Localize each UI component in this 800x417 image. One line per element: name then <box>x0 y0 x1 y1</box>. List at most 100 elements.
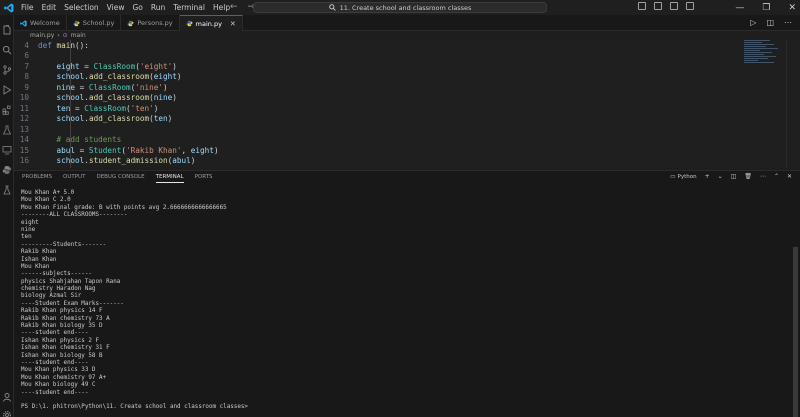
tab-label: Persons.py <box>137 19 173 27</box>
terminal-line: ------subjects------ <box>21 271 92 278</box>
run-python-file-icon[interactable]: ▷ <box>750 18 756 27</box>
terminal-line: ----student end---- <box>21 330 89 337</box>
breadcrumb-symbol[interactable]: main <box>71 32 86 39</box>
menu-file[interactable]: File <box>17 3 38 12</box>
add-terminal-icon[interactable]: + <box>705 173 710 180</box>
terminal-line: eight <box>21 219 39 226</box>
manage-gear-icon[interactable] <box>2 405 12 417</box>
editor-tab-bar: Welcome School.py Persons.py main.py ✕ ▷… <box>14 15 800 31</box>
more-actions-icon[interactable]: ⋯ <box>784 18 792 27</box>
command-center[interactable]: 11. Create school and classroom classes <box>253 2 547 13</box>
tab-terminal[interactable]: TERMINAL <box>155 174 184 183</box>
code-line: 9 nine = ClassRoom('nine') <box>24 82 168 92</box>
code-line: 8 school.add_classroom(eight) <box>24 72 182 82</box>
vscode-logo-icon <box>4 3 14 12</box>
python-icon[interactable] <box>2 160 12 174</box>
breadcrumb-file[interactable]: main.py <box>30 32 54 39</box>
terminal-line: Ishan Khan physics 2 F <box>21 337 100 344</box>
tab-output[interactable]: OUTPUT <box>63 174 85 183</box>
close-icon[interactable]: ✕ <box>788 3 796 13</box>
tab-school-py[interactable]: School.py <box>67 15 122 31</box>
vscode-logo-icon <box>20 19 27 27</box>
code-line: 14 # add students <box>19 135 122 145</box>
back-arrow-icon[interactable]: ← <box>230 2 238 12</box>
tab-problems[interactable]: PROBLEMS <box>22 174 52 183</box>
minimize-icon[interactable]: — <box>735 3 744 13</box>
terminal-line: Rakib Khan chemistry 73 A <box>21 315 110 322</box>
menu-edit[interactable]: Edit <box>38 3 61 12</box>
run-debug-icon[interactable] <box>2 80 12 95</box>
remote-explorer-icon[interactable] <box>2 140 12 155</box>
trash-icon[interactable]: 🗑 <box>744 173 752 180</box>
tab-ports[interactable]: PORTS <box>195 174 213 183</box>
terminal-prompt: PS D:\1. phitron\Python\11. Create schoo… <box>21 404 248 411</box>
restore-icon[interactable]: ❐ <box>762 3 770 13</box>
toggle-secondary-sidebar-icon[interactable] <box>670 2 678 10</box>
menu-selection[interactable]: Selection <box>60 3 103 12</box>
terminal-line: ---------Students------- <box>21 241 107 248</box>
split-editor-icon[interactable]: ◫ <box>766 18 774 27</box>
terminal-line: Mou Khan A+ 5.0 <box>21 190 75 196</box>
close-icon[interactable]: ✕ <box>230 20 236 28</box>
terminal-line: ten <box>21 234 32 241</box>
account-icon[interactable] <box>2 387 12 402</box>
source-control-icon[interactable] <box>2 60 12 75</box>
terminal-output[interactable]: Mou Khan A+ 5.0 Mou Khan C 2.0 Mou Khan … <box>21 190 791 416</box>
close-icon[interactable]: ✕ <box>787 173 792 180</box>
code-line: 6 <box>24 51 29 61</box>
python-file-icon <box>73 20 80 26</box>
flask-icon[interactable] <box>2 180 12 195</box>
testing-icon[interactable] <box>2 120 12 135</box>
activity-bar <box>0 15 14 417</box>
more-actions-icon[interactable]: ⋯ <box>760 173 766 180</box>
menu-run[interactable]: Run <box>147 3 169 12</box>
layout-controls <box>638 2 694 10</box>
terminal-line: Mou Khan C 2.0 <box>21 197 71 204</box>
customize-layout-icon[interactable] <box>686 2 694 10</box>
terminal-selector[interactable]: ▭ Python <box>670 174 696 180</box>
code-editor[interactable]: 4 def main(): 6 7 eight = ClassRoom('eig… <box>14 40 800 168</box>
panel-actions: ▭ Python + ⌄ ◫ 🗑 ⋯ ⌃ ✕ <box>670 173 792 180</box>
tab-label: Welcome <box>30 19 60 27</box>
terminal-line: physics Shahjahan Tapon Rana <box>21 278 121 285</box>
minimap[interactable] <box>744 40 786 80</box>
terminal-line: Ishan Khan biology 58 B <box>21 352 103 359</box>
explorer-icon[interactable] <box>2 20 12 35</box>
title-bar: File Edit Selection View Go Run Terminal… <box>0 0 800 15</box>
terminal-line: ----student end---- <box>21 389 89 396</box>
split-terminal-icon[interactable]: ◫ <box>731 173 737 180</box>
menu-go[interactable]: Go <box>128 3 146 12</box>
terminal-line: Rakib Khan physics 14 F <box>21 308 103 315</box>
terminal-line: Mou Khan physics 33 D <box>21 367 96 374</box>
code-line: 12 school.add_classroom(ten) <box>19 114 173 124</box>
code-line: 7 eight = ClassRoom('eight') <box>24 61 177 71</box>
terminal-line: Mou Khan chemistry 97 A+ <box>21 374 107 381</box>
chevron-down-icon[interactable]: ⌄ <box>718 173 723 180</box>
editor-scrollbar[interactable] <box>786 40 800 168</box>
tab-label: School.py <box>82 19 115 27</box>
tab-debug-console[interactable]: DEBUG CONSOLE <box>96 174 144 183</box>
window-controls: — ❐ ✕ <box>735 0 796 15</box>
terminal-line: Rakib Khan biology 35 D <box>21 323 103 330</box>
extensions-icon[interactable] <box>2 100 12 115</box>
menu-view[interactable]: View <box>103 3 129 12</box>
tab-welcome[interactable]: Welcome <box>14 15 67 31</box>
terminal-scrollbar[interactable] <box>793 247 798 417</box>
terminal-line: --------ALL CLASSROOMS-------- <box>21 212 128 219</box>
terminal-line: ----student end---- <box>21 359 89 366</box>
terminal-line: Rakib Khan <box>21 249 57 256</box>
python-file-icon <box>127 20 134 26</box>
terminal-line: ----Student Exam Marks------- <box>21 300 124 307</box>
toggle-panel-icon[interactable] <box>654 2 662 10</box>
search-icon[interactable] <box>2 40 12 55</box>
menu-terminal[interactable]: Terminal <box>169 3 209 12</box>
toggle-sidebar-icon[interactable] <box>638 2 646 10</box>
terminal-name: Python <box>677 173 697 180</box>
tab-persons-py[interactable]: Persons.py <box>121 15 180 31</box>
terminal-line: Ishan Khan <box>21 256 57 263</box>
tab-main-py[interactable]: main.py ✕ <box>179 15 243 31</box>
breadcrumb: main.py › ⊙ main <box>14 31 800 40</box>
terminal-line: biology Azmal Sir <box>21 293 82 300</box>
maximize-panel-icon[interactable]: ⌃ <box>774 173 779 180</box>
